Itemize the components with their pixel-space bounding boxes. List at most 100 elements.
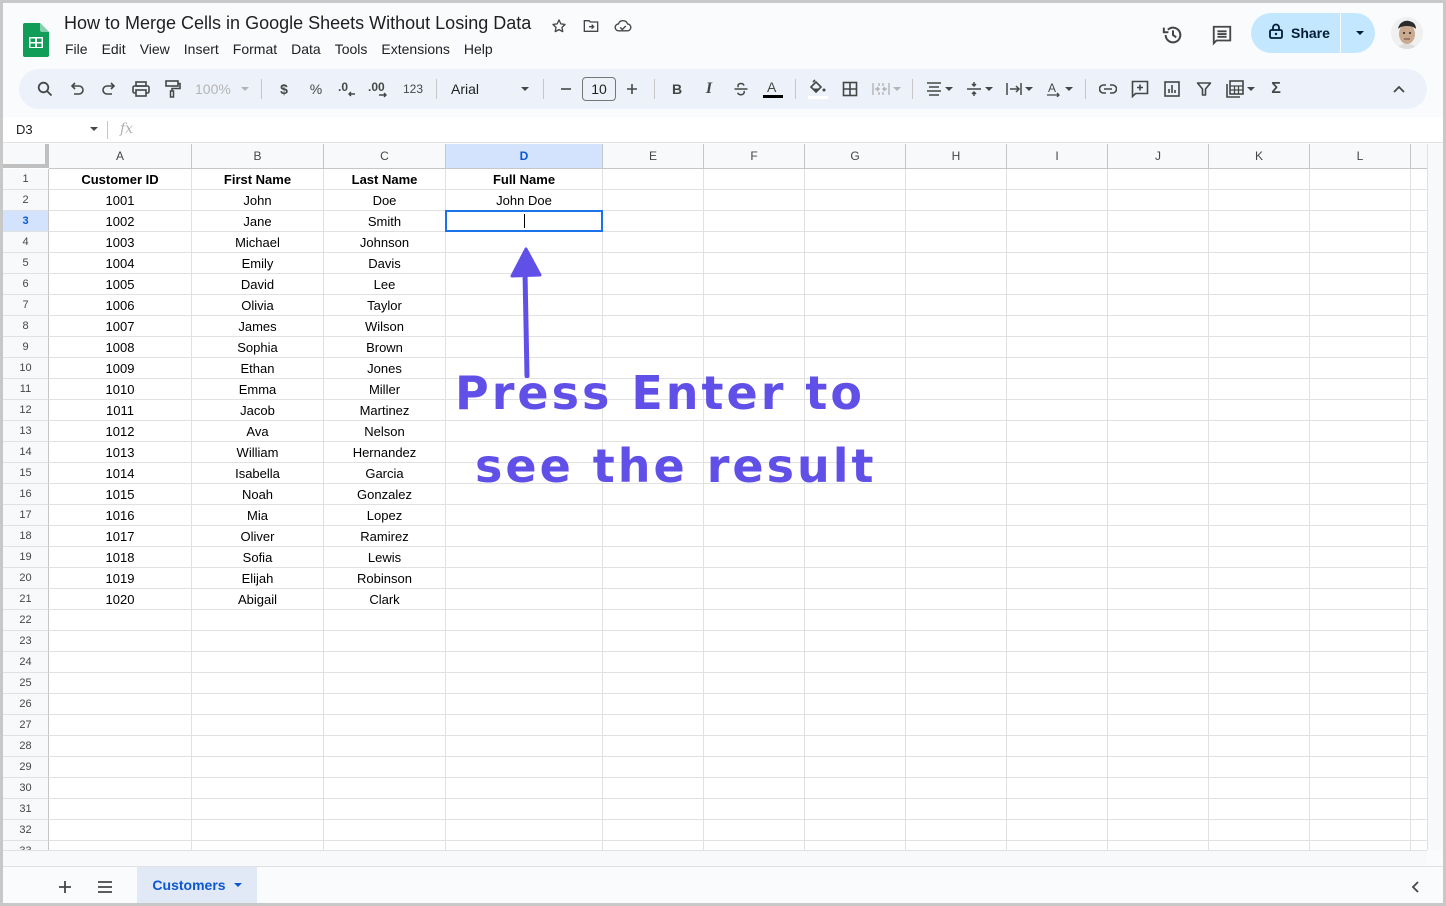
cell-e31[interactable] (603, 799, 704, 820)
cell-c3[interactable]: Smith (324, 211, 446, 232)
cell-m26[interactable] (1411, 694, 1427, 715)
row-header-5[interactable]: 5 (3, 253, 49, 274)
cell-i21[interactable] (1007, 589, 1108, 610)
cell-h14[interactable] (906, 442, 1007, 463)
cell-f26[interactable] (704, 694, 805, 715)
cell-i33[interactable] (1007, 841, 1108, 850)
cell-m33[interactable] (1411, 841, 1427, 850)
cell-h15[interactable] (906, 463, 1007, 484)
cell-j4[interactable] (1108, 232, 1209, 253)
cell-m28[interactable] (1411, 736, 1427, 757)
cell-j6[interactable] (1108, 274, 1209, 295)
menu-data[interactable]: Data (284, 39, 328, 59)
format-percent-button[interactable]: % (302, 75, 330, 103)
cell-a26[interactable] (49, 694, 192, 715)
cell-a32[interactable] (49, 820, 192, 841)
row-header-15[interactable]: 15 (3, 463, 49, 484)
cell-h28[interactable] (906, 736, 1007, 757)
column-header-l[interactable]: L (1310, 144, 1411, 169)
share-button[interactable]: Share (1251, 13, 1341, 53)
cell-f28[interactable] (704, 736, 805, 757)
cell-g8[interactable] (805, 316, 906, 337)
cell-f18[interactable] (704, 526, 805, 547)
cell-d32[interactable] (446, 820, 603, 841)
add-sheet-button[interactable] (51, 873, 79, 901)
cell-d27[interactable] (446, 715, 603, 736)
cell-d24[interactable] (446, 652, 603, 673)
cell-i6[interactable] (1007, 274, 1108, 295)
cell-f17[interactable] (704, 505, 805, 526)
cell-d19[interactable] (446, 547, 603, 568)
cell-m22[interactable] (1411, 610, 1427, 631)
cell-k3[interactable] (1209, 211, 1310, 232)
cell-l32[interactable] (1310, 820, 1411, 841)
cell-f3[interactable] (704, 211, 805, 232)
cell-i1[interactable] (1007, 169, 1108, 190)
cell-b32[interactable] (192, 820, 324, 841)
cell-g23[interactable] (805, 631, 906, 652)
column-header-m[interactable] (1411, 144, 1427, 169)
cell-e6[interactable] (603, 274, 704, 295)
cell-a31[interactable] (49, 799, 192, 820)
row-header-20[interactable]: 20 (3, 568, 49, 589)
cell-b11[interactable]: Emma (192, 379, 324, 400)
star-icon[interactable] (549, 16, 569, 36)
print-button[interactable] (127, 75, 155, 103)
menu-view[interactable]: View (133, 39, 177, 59)
cell-e30[interactable] (603, 778, 704, 799)
row-header-25[interactable]: 25 (3, 673, 49, 694)
cell-a5[interactable]: 1004 (49, 253, 192, 274)
cell-k6[interactable] (1209, 274, 1310, 295)
cell-l11[interactable] (1310, 379, 1411, 400)
row-header-14[interactable]: 14 (3, 442, 49, 463)
cell-d20[interactable] (446, 568, 603, 589)
cell-i14[interactable] (1007, 442, 1108, 463)
cell-e1[interactable] (603, 169, 704, 190)
redo-button[interactable] (95, 75, 123, 103)
menu-edit[interactable]: Edit (95, 39, 133, 59)
cell-b22[interactable] (192, 610, 324, 631)
cell-f20[interactable] (704, 568, 805, 589)
cell-a27[interactable] (49, 715, 192, 736)
cell-e27[interactable] (603, 715, 704, 736)
column-header-h[interactable]: H (906, 144, 1007, 169)
cell-j27[interactable] (1108, 715, 1209, 736)
cell-a4[interactable]: 1003 (49, 232, 192, 253)
paint-format-button[interactable] (159, 75, 187, 103)
cloud-saved-icon[interactable] (613, 16, 633, 36)
cell-k33[interactable] (1209, 841, 1310, 850)
cell-c22[interactable] (324, 610, 446, 631)
cell-k1[interactable] (1209, 169, 1310, 190)
row-header-23[interactable]: 23 (3, 631, 49, 652)
cell-f30[interactable] (704, 778, 805, 799)
cell-j17[interactable] (1108, 505, 1209, 526)
row-header-30[interactable]: 30 (3, 778, 49, 799)
cell-g31[interactable] (805, 799, 906, 820)
cell-a3[interactable]: 1002 (49, 211, 192, 232)
cell-b15[interactable]: Isabella (192, 463, 324, 484)
create-filter-button[interactable] (1190, 75, 1218, 103)
cell-c11[interactable]: Miller (324, 379, 446, 400)
cell-g6[interactable] (805, 274, 906, 295)
cell-c27[interactable] (324, 715, 446, 736)
cell-k16[interactable] (1209, 484, 1310, 505)
row-header-6[interactable]: 6 (3, 274, 49, 295)
cell-i16[interactable] (1007, 484, 1108, 505)
cell-c26[interactable] (324, 694, 446, 715)
cell-a23[interactable] (49, 631, 192, 652)
cell-c19[interactable]: Lewis (324, 547, 446, 568)
cell-j12[interactable] (1108, 400, 1209, 421)
cell-h32[interactable] (906, 820, 1007, 841)
cell-l14[interactable] (1310, 442, 1411, 463)
active-cell-editor[interactable] (445, 210, 603, 232)
row-header-1[interactable]: 1 (3, 169, 49, 190)
cell-a16[interactable]: 1015 (49, 484, 192, 505)
cell-i4[interactable] (1007, 232, 1108, 253)
cell-k7[interactable] (1209, 295, 1310, 316)
cell-k24[interactable] (1209, 652, 1310, 673)
cell-c6[interactable]: Lee (324, 274, 446, 295)
row-header-22[interactable]: 22 (3, 610, 49, 631)
cell-c28[interactable] (324, 736, 446, 757)
cell-b18[interactable]: Oliver (192, 526, 324, 547)
cell-k31[interactable] (1209, 799, 1310, 820)
